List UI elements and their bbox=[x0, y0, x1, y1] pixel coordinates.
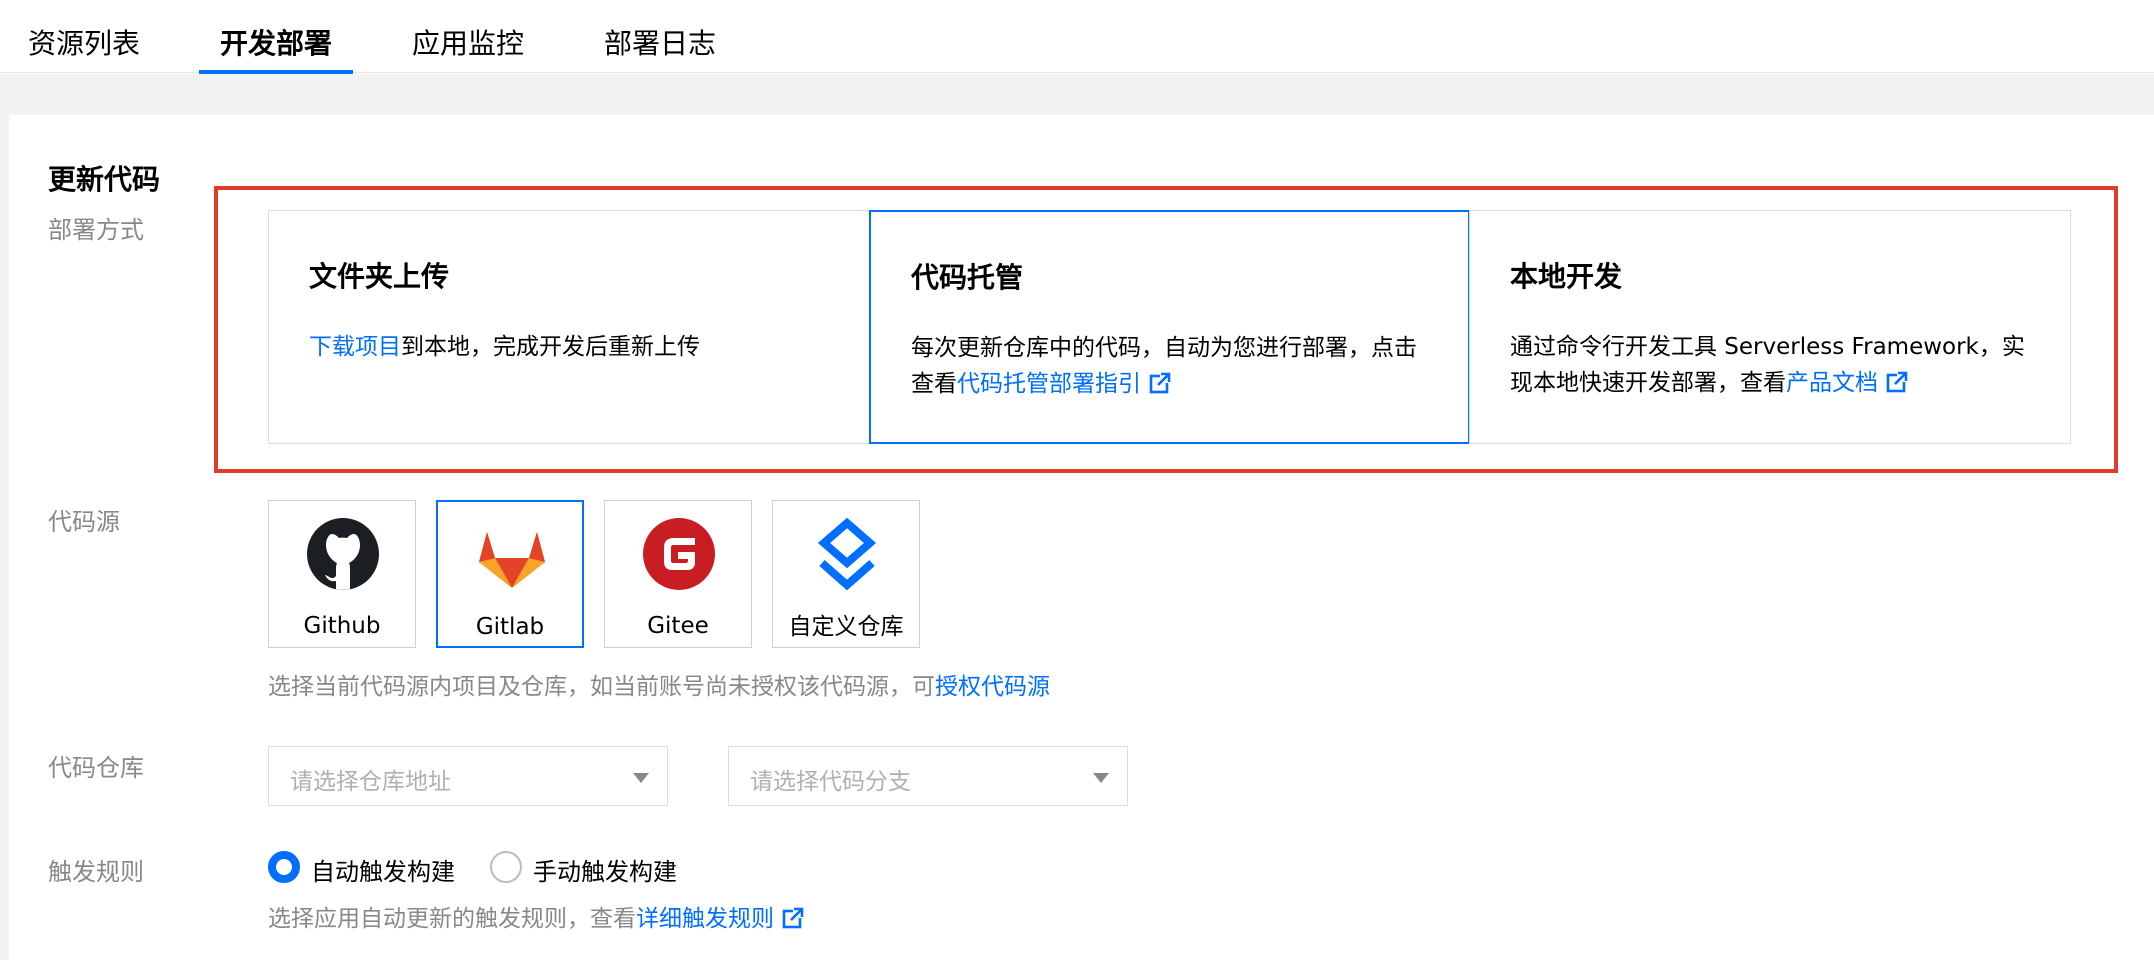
select-placeholder: 请选择代码分支 bbox=[750, 769, 911, 795]
help-text: 选择应用自动更新的触发规则，查看 bbox=[268, 906, 636, 932]
method-desc-text: 通过命令行开发工具 Serverless Framework，实现本地快速开发部… bbox=[1510, 334, 2025, 396]
radio-manual-trigger[interactable]: 手动触发构建 bbox=[490, 850, 690, 886]
trigger-rule-help: 选择应用自动更新的触发规则，查看详细触发规则 bbox=[268, 899, 804, 933]
external-link-icon[interactable] bbox=[782, 907, 804, 929]
source-name: Github bbox=[303, 613, 381, 639]
code-repo-label: 代码仓库 bbox=[48, 754, 144, 782]
trigger-rule-label: 触发规则 bbox=[48, 858, 144, 886]
method-code-hosting[interactable]: 代码托管 每次更新仓库中的代码，自动为您进行部署，点击查看代码托管部署指引 bbox=[869, 210, 1470, 444]
external-link-icon[interactable] bbox=[1149, 372, 1171, 394]
select-placeholder: 请选择仓库地址 bbox=[290, 769, 451, 795]
download-project-link[interactable]: 下载项目 bbox=[309, 334, 401, 360]
top-tab-bar: 资源列表 开发部署 应用监控 部署日志 bbox=[0, 0, 2154, 74]
gitee-icon bbox=[643, 518, 715, 590]
tab-deploy-log[interactable]: 部署日志 bbox=[604, 0, 716, 73]
repo-branch-select[interactable]: 请选择代码分支 bbox=[728, 746, 1128, 806]
source-gitlab[interactable]: Gitlab bbox=[436, 500, 584, 648]
github-icon bbox=[307, 518, 379, 590]
source-name: Gitee bbox=[647, 613, 709, 639]
authorize-source-link[interactable]: 授权代码源 bbox=[935, 674, 1050, 700]
external-link-icon[interactable] bbox=[1886, 371, 1908, 393]
method-desc-text: 到本地，完成开发后重新上传 bbox=[401, 334, 700, 360]
tab-dev-deploy[interactable]: 开发部署 bbox=[199, 0, 353, 74]
method-description: 通过命令行开发工具 Serverless Framework，实现本地快速开发部… bbox=[1510, 329, 2030, 401]
hosting-guide-link[interactable]: 代码托管部署指引 bbox=[957, 371, 1141, 397]
source-gitee[interactable]: Gitee bbox=[604, 500, 752, 648]
radio-label: 手动触发构建 bbox=[533, 858, 677, 886]
source-name: Gitlab bbox=[475, 614, 545, 640]
radio-unchecked-icon bbox=[490, 851, 522, 883]
gitlab-icon bbox=[479, 532, 545, 588]
trigger-rules-link[interactable]: 详细触发规则 bbox=[636, 906, 774, 932]
caret-down-icon bbox=[633, 773, 649, 783]
layers-icon bbox=[817, 517, 877, 591]
radio-auto-trigger[interactable]: 自动触发构建 bbox=[268, 850, 468, 886]
radio-checked-icon bbox=[268, 851, 300, 883]
method-title: 代码托管 bbox=[911, 261, 1024, 294]
method-description: 下载项目到本地，完成开发后重新上传 bbox=[309, 329, 829, 365]
deploy-method-label: 部署方式 bbox=[48, 216, 144, 244]
method-folder-upload[interactable]: 文件夹上传 下载项目到本地，完成开发后重新上传 bbox=[268, 210, 870, 444]
tab-app-monitor[interactable]: 应用监控 bbox=[412, 0, 524, 73]
source-github[interactable]: Github bbox=[268, 500, 416, 648]
method-title: 文件夹上传 bbox=[309, 260, 450, 293]
section-title: 更新代码 bbox=[48, 163, 161, 196]
radio-label: 自动触发构建 bbox=[311, 858, 455, 886]
method-description: 每次更新仓库中的代码，自动为您进行部署，点击查看代码托管部署指引 bbox=[911, 330, 1428, 402]
tab-resource-list[interactable]: 资源列表 bbox=[28, 0, 140, 73]
caret-down-icon bbox=[1093, 773, 1109, 783]
method-local-dev[interactable]: 本地开发 通过命令行开发工具 Serverless Framework，实现本地… bbox=[1469, 210, 2071, 444]
source-custom-repo[interactable]: 自定义仓库 bbox=[772, 500, 920, 648]
method-title: 本地开发 bbox=[1510, 260, 1623, 293]
product-docs-link[interactable]: 产品文档 bbox=[1786, 370, 1878, 396]
code-source-label: 代码源 bbox=[48, 508, 120, 536]
help-text: 选择当前代码源内项目及仓库，如当前账号尚未授权该代码源，可 bbox=[268, 674, 935, 700]
source-name: 自定义仓库 bbox=[788, 614, 904, 640]
code-source-help: 选择当前代码源内项目及仓库，如当前账号尚未授权该代码源，可授权代码源 bbox=[268, 667, 1050, 701]
repo-address-select[interactable]: 请选择仓库地址 bbox=[268, 746, 668, 806]
